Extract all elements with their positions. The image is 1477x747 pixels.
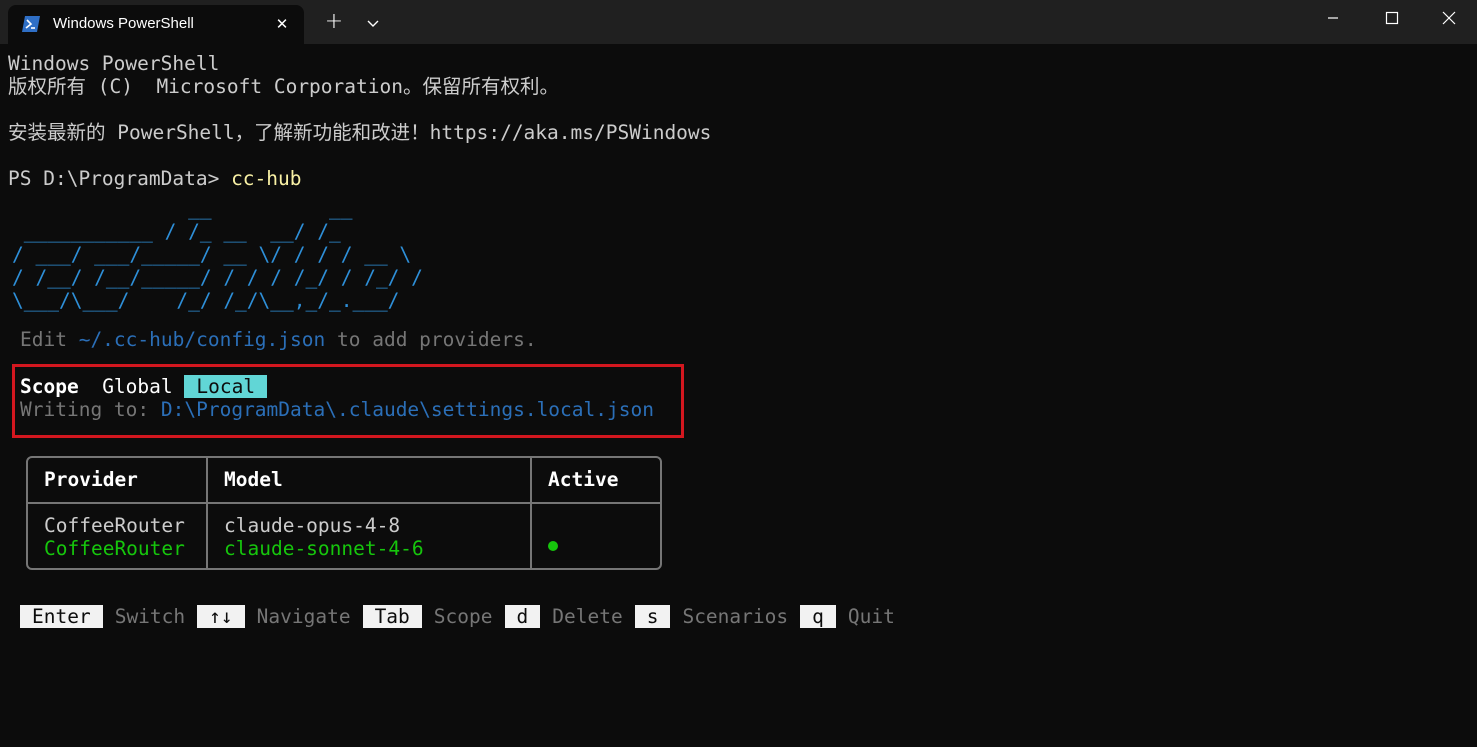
command: cc-hub (231, 167, 302, 190)
header-active: Active (548, 468, 619, 491)
key-d[interactable]: d (504, 605, 541, 628)
table-divider (28, 502, 660, 504)
row-1-model[interactable]: claude-opus-4-8 (224, 514, 400, 537)
hint-scenarios: Scenarios (682, 605, 789, 628)
header-model: Model (224, 468, 283, 491)
key-q[interactable]: q (800, 605, 836, 628)
maximize-button[interactable] (1363, 0, 1421, 36)
banner-line-3: 安装最新的 PowerShell，了解新功能和改进！https://aka.ms… (8, 121, 712, 144)
writing-prefix: Writing to: (20, 398, 161, 421)
key-arrows[interactable]: ↑↓ (197, 605, 245, 628)
edit-suffix: to add providers. (325, 328, 537, 351)
banner-line-2: 版权所有 (C) Microsoft Corporation。保留所有权利。 (8, 75, 559, 98)
prompt-line: PS D:\ProgramData> cc-hub (8, 167, 302, 190)
row-2-model[interactable]: claude-sonnet-4-6 (224, 537, 424, 560)
table-divider (530, 458, 532, 568)
close-tab-icon[interactable]: ✕ (272, 14, 292, 34)
scope-selector: Scope Global Local (20, 375, 268, 398)
key-enter[interactable]: Enter (20, 605, 103, 628)
active-indicator-icon (548, 541, 558, 551)
key-tab[interactable]: Tab (362, 605, 422, 628)
hint-navigate: Navigate (256, 605, 351, 628)
minimize-button[interactable] (1304, 0, 1362, 36)
provider-table: Provider Model Active CoffeeRouter claud… (26, 456, 662, 570)
hint-delete: Delete (552, 605, 623, 628)
scope-option-global[interactable]: Global (102, 375, 172, 398)
edit-prefix: Edit (20, 328, 79, 351)
shortcut-bar: Enter Switch ↑↓ Navigate Tab Scope d Delete s Sce… (20, 605, 907, 628)
hint-quit: Quit (847, 605, 895, 628)
chevron-down-icon[interactable] (363, 14, 383, 34)
powershell-icon (22, 16, 40, 32)
new-tab-button[interactable]: + (321, 10, 347, 36)
table-divider (206, 458, 208, 568)
edit-hint: Edit ~/.cc-hub/config.json to add provid… (20, 328, 537, 351)
title-bar: Windows PowerShell ✕ + (0, 0, 1477, 44)
key-s[interactable]: s (634, 605, 671, 628)
hint-switch: Switch (114, 605, 186, 628)
close-icon (1442, 11, 1456, 25)
scope-label: Scope (20, 375, 79, 398)
writing-to-line: Writing to: D:\ProgramData\.claude\setti… (20, 398, 654, 421)
banner-line-1: Windows PowerShell (8, 52, 220, 75)
config-path: ~/.cc-hub/config.json (78, 328, 326, 351)
hint-scope: Scope (433, 605, 493, 628)
settings-path: D:\ProgramData\.claude\settings.local.js… (160, 398, 654, 421)
tab-title: Windows PowerShell (53, 15, 194, 32)
header-provider: Provider (44, 468, 138, 491)
close-window-button[interactable] (1420, 0, 1477, 36)
row-1-provider[interactable]: CoffeeRouter (44, 514, 185, 537)
cc-hub-ascii-logo: __ __ ___________ / /_ __ __/ /_ / ___/ … (12, 197, 423, 312)
maximize-icon (1385, 11, 1399, 25)
prompt: PS D:\ProgramData> (8, 167, 232, 190)
scope-option-local[interactable]: Local (184, 375, 268, 398)
minimize-icon (1328, 17, 1338, 19)
tab-windows-powershell[interactable]: Windows PowerShell ✕ (8, 5, 304, 44)
row-2-provider[interactable]: CoffeeRouter (44, 537, 185, 560)
